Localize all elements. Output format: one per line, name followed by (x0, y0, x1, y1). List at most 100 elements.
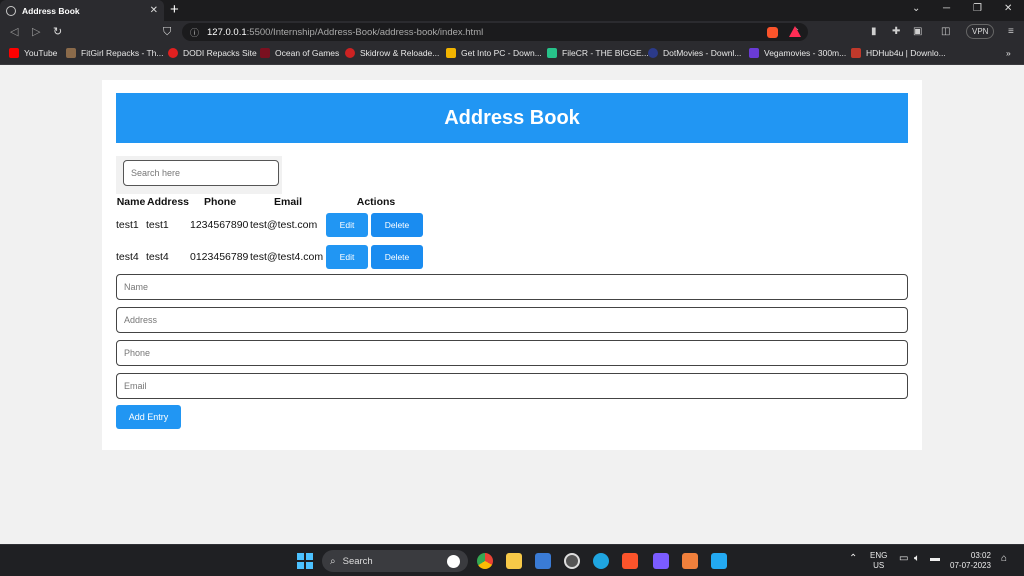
app-icon[interactable] (653, 553, 669, 569)
cell-email: test@test4.com (250, 251, 324, 263)
cell-email: test@test.com (250, 219, 318, 231)
bookmark-item[interactable]: Vegamovies - 300m... (749, 48, 846, 58)
xampp-icon[interactable] (682, 553, 698, 569)
cell-phone: 1234567890 (190, 219, 249, 231)
tab-search-chevron-icon[interactable]: ⌄ (912, 3, 920, 14)
contacts-table: Name Address Phone Email Actions test1 t… (116, 195, 426, 273)
tray-chevron-icon[interactable]: ⌃ (849, 554, 857, 564)
bookmark-item[interactable]: YouTube (9, 48, 57, 58)
volume-icon[interactable]: 🔈︎ (914, 554, 920, 564)
delete-button[interactable]: Delete (371, 213, 423, 237)
bookmarks-bar: YouTube FitGirl Repacks - Th... DODI Rep… (0, 43, 1024, 65)
address-book-container: Address Book Name Address Phone Email Ac… (102, 80, 922, 450)
page-title: Address Book (116, 93, 908, 143)
skidrow-icon (345, 48, 355, 58)
cell-address: test1 (146, 219, 169, 231)
ocean-of-games-icon (260, 48, 270, 58)
edge-icon[interactable] (593, 553, 609, 569)
cell-actions: Edit Delete (326, 209, 426, 241)
forward-icon[interactable]: ▷ (32, 25, 40, 39)
cell-name: test1 (116, 219, 139, 231)
url-host: 127.0.0.1 (207, 26, 247, 38)
address-field[interactable] (116, 307, 908, 333)
restore-icon[interactable]: ❐ (973, 3, 982, 14)
vpn-button[interactable]: VPN (966, 24, 995, 39)
search-input[interactable] (123, 160, 279, 186)
battery-icon[interactable]: ▬ (930, 554, 940, 564)
address-bar[interactable]: ⓘ 127.0.0.1 :5500/Internship/Address-Boo… (182, 23, 808, 41)
bookmark-item[interactable]: DODI Repacks Site (168, 48, 257, 58)
add-entry-button[interactable]: Add Entry (116, 405, 181, 429)
bookmark-item[interactable]: DotMovies - Downl... (648, 48, 741, 58)
brave-icon[interactable] (622, 553, 638, 569)
notifications-icon[interactable]: ⌂ (1001, 554, 1007, 564)
name-field[interactable] (116, 274, 908, 300)
window-close-icon[interactable]: ✕ (1004, 3, 1012, 14)
clock[interactable]: 03:02 07-07-2023 (950, 551, 991, 571)
column-header-phone: Phone (203, 196, 237, 208)
get-into-pc-icon (446, 48, 456, 58)
bookmark-item[interactable]: FileCR - THE BIGGE... (547, 48, 649, 58)
column-header-actions: Actions (356, 196, 396, 208)
bookmark-item[interactable]: Get Into PC - Down... (446, 48, 542, 58)
brave-rewards-icon[interactable] (789, 26, 801, 37)
brave-shields-icon[interactable] (767, 27, 778, 38)
chrome-icon[interactable] (477, 553, 493, 569)
hdhub4u-icon (851, 48, 861, 58)
edit-button[interactable]: Edit (326, 213, 368, 237)
table-row: test1 test1 1234567890 test@test.com Edi… (116, 209, 426, 241)
media-player-icon[interactable] (564, 553, 580, 569)
cell-phone: 0123456789 (190, 251, 249, 263)
start-button[interactable] (297, 553, 313, 569)
column-header-email: Email (273, 196, 302, 208)
delete-button[interactable]: Delete (371, 245, 423, 269)
edit-button[interactable]: Edit (326, 245, 368, 269)
dotmovies-icon (648, 48, 658, 58)
bookmarks-overflow-icon[interactable]: » (1006, 48, 1011, 58)
tab-close-icon[interactable]: ✕ (150, 5, 158, 16)
windows-taskbar: ⌕ Search ⌃ ENG US ▭ 🔈︎ ▬ 03:02 07-07-202… (0, 544, 1024, 576)
dodi-icon (168, 48, 178, 58)
file-explorer-icon[interactable] (506, 553, 522, 569)
filecr-icon (547, 48, 557, 58)
menu-icon[interactable]: ≡ (1008, 26, 1014, 37)
vegamovies-icon (749, 48, 759, 58)
cell-address: test4 (146, 251, 169, 263)
fitgirl-icon (66, 48, 76, 58)
column-header-address: Address (146, 196, 189, 208)
sidebar-icon[interactable]: ▣ (913, 26, 922, 37)
url-path: :5500/Internship/Address-Book/address-bo… (246, 26, 484, 38)
column-header-name: Name (116, 196, 146, 208)
page-viewport: Address Book Name Address Phone Email Ac… (0, 65, 1024, 544)
extensions-icon[interactable]: ✚ (892, 26, 900, 37)
email-field[interactable] (116, 373, 908, 399)
reload-icon[interactable]: ↻ (53, 25, 62, 39)
vscode-icon[interactable] (711, 553, 727, 569)
globe-icon (6, 5, 16, 16)
site-info-icon[interactable]: ⓘ (190, 26, 199, 39)
browser-tab[interactable]: Address Book ✕ (0, 0, 164, 21)
minimize-icon[interactable]: ─ (943, 3, 950, 14)
bing-icon[interactable] (447, 554, 460, 568)
bookmark-icon[interactable]: ⛉ (163, 25, 171, 39)
bookmark-item[interactable]: HDHub4u | Downlo... (851, 48, 946, 58)
language-indicator[interactable]: ENG US (870, 551, 887, 571)
new-tab-button[interactable]: + (170, 2, 179, 18)
store-icon[interactable] (535, 553, 551, 569)
taskbar-search[interactable]: ⌕ Search (322, 550, 468, 572)
tab-title: Address Book (22, 5, 80, 16)
leo-icon[interactable]: ◫ (941, 26, 950, 37)
bookmark-item[interactable]: Ocean of Games (260, 48, 339, 58)
network-icon[interactable]: ▭ (899, 554, 908, 564)
bookmark-item[interactable]: Skidrow & Reloade... (345, 48, 439, 58)
wallet-icon[interactable]: ▮ (871, 26, 877, 37)
search-icon: ⌕ (330, 555, 336, 567)
cell-actions: Edit Delete (326, 241, 426, 273)
bookmark-item[interactable]: FitGirl Repacks - Th... (66, 48, 164, 58)
browser-tab-strip: Address Book ✕ + ⌄ ─ ❐ ✕ (0, 0, 1024, 21)
back-icon[interactable]: ◁ (10, 25, 18, 39)
search-section (116, 156, 282, 194)
phone-field[interactable] (116, 340, 908, 366)
youtube-icon (9, 48, 19, 58)
browser-toolbar: ◁ ▷ ↻ ⛉ ⓘ 127.0.0.1 :5500/Internship/Add… (0, 21, 1024, 43)
